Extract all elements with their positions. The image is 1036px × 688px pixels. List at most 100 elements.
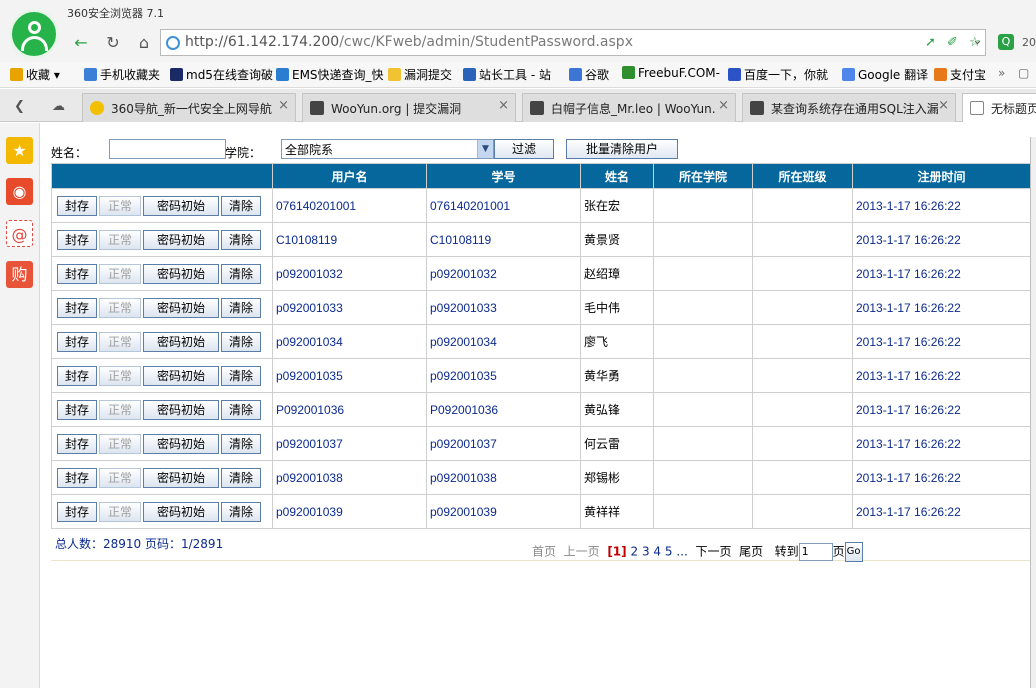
star-icon[interactable]: ★: [6, 137, 33, 164]
tab-360-nav[interactable]: 360导航_新一代安全上网导航 ×: [82, 93, 296, 122]
college-select[interactable]: 全部院系 ▼: [281, 139, 494, 159]
reset-password-button[interactable]: 密码初始: [143, 365, 219, 386]
bookmark-item[interactable]: 百度一下，你就: [728, 66, 828, 83]
archive-button[interactable]: 封存: [57, 331, 97, 352]
more-pages-link[interactable]: ...: [676, 545, 687, 559]
reset-password-button[interactable]: 密码初始: [143, 467, 219, 488]
reset-password-button[interactable]: 密码初始: [143, 501, 219, 522]
page-link-5[interactable]: 5: [665, 545, 673, 559]
archive-button[interactable]: 封存: [57, 263, 97, 284]
delete-button[interactable]: 清除: [221, 501, 261, 522]
page-scrollbar[interactable]: [1030, 137, 1036, 688]
delete-button[interactable]: 清除: [221, 433, 261, 454]
address-dropdown-icon[interactable]: ⌄: [972, 33, 983, 48]
page-link-3[interactable]: 3: [642, 545, 650, 559]
archive-button[interactable]: 封存: [57, 467, 97, 488]
archive-button[interactable]: 封存: [57, 365, 97, 386]
bookmark-item[interactable]: md5在线查询破: [170, 66, 273, 83]
next-page-link[interactable]: 下一页: [695, 545, 731, 559]
address-bar[interactable]: http://61.142.174.200/cwc/KFweb/admin/St…: [160, 29, 986, 56]
refresh-icon[interactable]: ↻: [102, 33, 124, 53]
close-tab-icon[interactable]: ×: [938, 98, 949, 113]
delete-button[interactable]: 清除: [221, 399, 261, 420]
archive-button[interactable]: 封存: [57, 433, 97, 454]
bookmark-item[interactable]: 站长工具 - 站: [463, 66, 551, 83]
weibo-icon[interactable]: ◉: [6, 178, 33, 205]
first-page-link[interactable]: 首页: [532, 545, 556, 559]
delete-button[interactable]: 清除: [221, 467, 261, 488]
tab-untitled[interactable]: 无标题页: [962, 93, 1036, 122]
reset-password-button[interactable]: 密码初始: [143, 433, 219, 454]
normal-button: 正常: [99, 399, 141, 420]
prev-page-link[interactable]: 上一页: [564, 545, 600, 559]
cloud-icon[interactable]: ☁: [52, 99, 65, 114]
page-link-4[interactable]: 4: [653, 545, 661, 559]
close-tab-icon[interactable]: ×: [498, 98, 509, 113]
tab-wooyun-profile[interactable]: 白帽子信息_Mr.leo | WooYun. ×: [522, 93, 736, 122]
reset-password-button[interactable]: 密码初始: [143, 229, 219, 250]
wooyun-icon: [310, 101, 324, 115]
row-actions: 封存 正常 密码初始 清除: [51, 358, 273, 393]
tab-wooyun-submit[interactable]: WooYun.org | 提交漏洞 ×: [302, 93, 516, 122]
page-link-2[interactable]: 2: [630, 545, 638, 559]
bookmark-folder-icon[interactable]: ▢: [1018, 66, 1029, 80]
bookmark-item[interactable]: Google 翻译: [842, 66, 928, 83]
address-url[interactable]: http://61.142.174.200/cwc/KFweb/admin/St…: [185, 34, 633, 50]
delete-button[interactable]: 清除: [221, 263, 261, 284]
archive-button[interactable]: 封存: [57, 399, 97, 420]
tab-wooyun-bug[interactable]: 某查询系统存在通用SQL注入漏 ×: [742, 93, 956, 122]
chevron-down-icon[interactable]: ▼: [477, 140, 493, 158]
bookmark-item[interactable]: 手机收藏夹: [84, 66, 160, 83]
student-id-cell: p092001038: [426, 460, 581, 495]
filter-button[interactable]: 过滤: [494, 139, 554, 159]
archive-button[interactable]: 封存: [57, 501, 97, 522]
home-icon[interactable]: ⌂: [133, 33, 155, 53]
shopping-icon[interactable]: 购: [6, 261, 33, 288]
registered-time-cell: 2013-1-17 16:26:22: [852, 222, 1031, 257]
delete-button[interactable]: 清除: [221, 297, 261, 318]
bookmark-favorites[interactable]: 收藏 ▾: [10, 66, 60, 83]
row-actions: 封存 正常 密码初始 清除: [51, 494, 273, 529]
student-name-cell: 黄华勇: [580, 358, 654, 393]
reset-password-button[interactable]: 密码初始: [143, 195, 219, 216]
back-arrow-icon[interactable]: ←: [70, 33, 92, 53]
reset-password-button[interactable]: 密码初始: [143, 263, 219, 284]
table-footer: 总人数：28910 页码：1/2891 首页 上一页 [1] 2 3 4 5 .…: [51, 525, 1030, 562]
name-input[interactable]: [109, 139, 226, 159]
delete-button[interactable]: 清除: [221, 229, 261, 250]
tab-scroll-left-icon[interactable]: ❮: [14, 99, 25, 114]
column-header-username: 用户名: [272, 163, 427, 189]
page-unit-label: 页: [832, 544, 845, 559]
google-icon: [569, 68, 582, 81]
archive-button[interactable]: 封存: [57, 297, 97, 318]
student-id-cell: C10108119: [426, 222, 581, 257]
bookmark-item[interactable]: 支付宝: [934, 66, 986, 83]
archive-button[interactable]: 封存: [57, 229, 97, 250]
reset-password-button[interactable]: 密码初始: [143, 297, 219, 318]
student-id-cell: p092001033: [426, 290, 581, 325]
archive-button[interactable]: 封存: [57, 195, 97, 216]
college-label: 学院：: [225, 146, 262, 160]
bookmark-item[interactable]: 漏洞提交: [388, 66, 452, 83]
bookmark-item[interactable]: EMS快递查询_快: [276, 66, 384, 83]
go-button[interactable]: Go: [844, 542, 863, 562]
goto-page-input[interactable]: 1: [798, 543, 833, 561]
close-tab-icon[interactable]: ×: [278, 98, 289, 113]
last-page-link[interactable]: 尾页: [739, 545, 763, 559]
search-engine-icon[interactable]: Q: [998, 34, 1014, 50]
delete-button[interactable]: 清除: [221, 331, 261, 352]
reset-password-button[interactable]: 密码初始: [143, 399, 219, 420]
close-tab-icon[interactable]: ×: [718, 98, 729, 113]
student-name-cell: 张在宏: [580, 188, 654, 223]
mail-icon[interactable]: @: [6, 220, 33, 247]
compat-mode-icon[interactable]: ✐: [947, 35, 963, 51]
more-bookmarks-icon[interactable]: »: [998, 66, 1005, 80]
delete-button[interactable]: 清除: [221, 365, 261, 386]
batch-clear-users-button[interactable]: 批量清除用户: [566, 139, 678, 159]
bookmark-item[interactable]: FreebuF.COM-: [622, 66, 720, 80]
bookmark-item[interactable]: 谷歌: [569, 66, 609, 83]
reset-password-button[interactable]: 密码初始: [143, 331, 219, 352]
student-name-cell: 赵绍璋: [580, 256, 654, 291]
share-icon[interactable]: ➚: [925, 35, 941, 51]
delete-button[interactable]: 清除: [221, 195, 261, 216]
